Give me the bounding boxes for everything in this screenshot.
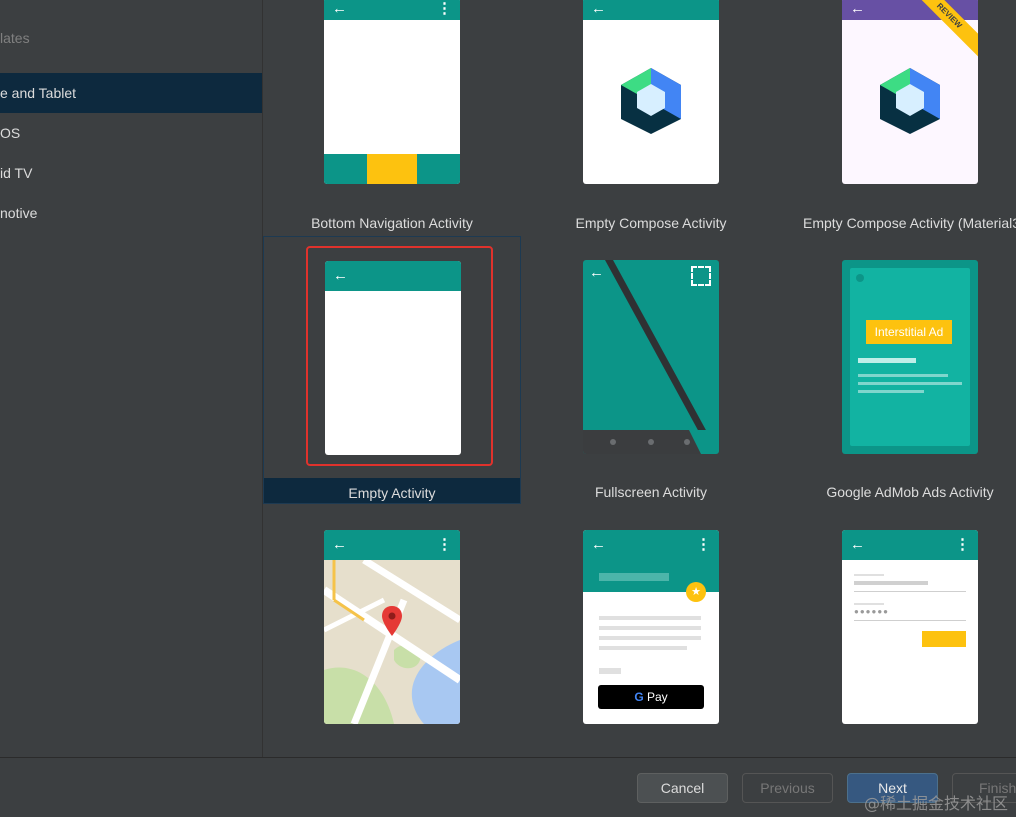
sidebar-item-phone-and-tablet[interactable]: e and Tablet bbox=[0, 73, 262, 113]
interstitial-card: Interstitial Ad bbox=[850, 268, 970, 446]
template-label: Empty Compose Activity bbox=[575, 215, 727, 231]
template-bottom-navigation-activity[interactable]: ← ⋮ Bottom Navigation Activity bbox=[263, 0, 521, 235]
more-vert-icon: ⋮ bbox=[955, 536, 970, 553]
back-arrow-icon: ← bbox=[332, 536, 347, 553]
template-thumbnail: ← ⋮ bbox=[324, 0, 460, 184]
back-arrow-icon: ← bbox=[591, 536, 606, 553]
pay-label: Pay bbox=[647, 690, 668, 704]
app-bar: ← ⋮ bbox=[324, 530, 460, 560]
template-google-pay-activity[interactable]: ← ⋮ ★ G Pay bbox=[522, 506, 780, 757]
sidebar-item-automotive[interactable]: notive bbox=[0, 193, 262, 233]
app-bar: ← ⋮ bbox=[324, 0, 460, 20]
template-label: Bottom Navigation Activity bbox=[311, 215, 473, 231]
google-g-icon: G bbox=[634, 690, 644, 704]
sidebar-item-label: id TV bbox=[0, 165, 33, 181]
google-pay-button: G Pay bbox=[598, 685, 704, 709]
field-value-placeholder bbox=[854, 581, 928, 585]
bottom-nav-selected-item bbox=[367, 154, 417, 184]
template-empty-compose-activity[interactable]: ← Empty Compose Activity bbox=[522, 0, 780, 235]
new-project-dialog: lates e and Tablet OS id TV notive ← ⋮ B… bbox=[0, 0, 1016, 817]
template-thumbnail: ← ⋮ bbox=[324, 530, 460, 724]
template-google-maps-activity[interactable]: ← ⋮ bbox=[263, 506, 521, 757]
app-bar: ← ⋮ bbox=[842, 530, 978, 560]
text-placeholder bbox=[599, 616, 701, 620]
star-fab-icon: ★ bbox=[686, 582, 706, 602]
sidebar-item-label: OS bbox=[0, 125, 21, 141]
fullscreen-diagonal-art bbox=[583, 260, 719, 454]
template-label: Empty Activity bbox=[348, 485, 436, 501]
template-label: Google AdMob Ads Activity bbox=[826, 484, 994, 500]
template-grid: ← ⋮ Bottom Navigation Activity ← Empty C… bbox=[263, 0, 1016, 757]
field-label-placeholder bbox=[854, 603, 884, 605]
back-arrow-icon: ← bbox=[332, 0, 347, 17]
device-category-sidebar: lates e and Tablet OS id TV notive bbox=[0, 0, 262, 757]
back-arrow-icon: ← bbox=[591, 0, 606, 17]
template-label: Fullscreen Activity bbox=[594, 484, 708, 500]
password-dots: ●●●●●● bbox=[854, 607, 889, 616]
field-underline bbox=[854, 620, 966, 621]
watermark: @稀土掘金技术社区 bbox=[863, 794, 1008, 813]
sidebar-item-wear-os[interactable]: OS bbox=[0, 113, 262, 153]
more-vert-icon: ⋮ bbox=[696, 536, 711, 553]
sidebar-item-label: e and Tablet bbox=[0, 85, 77, 101]
highlight-frame bbox=[306, 246, 493, 466]
ad-text-line bbox=[858, 358, 916, 363]
template-thumbnail: Interstitial Ad bbox=[842, 260, 978, 454]
template-google-admob-ads-activity[interactable]: Interstitial Ad Google AdMob Ads Activit… bbox=[781, 236, 1016, 504]
sidebar-item-label: notive bbox=[0, 205, 38, 221]
back-arrow-icon: ← bbox=[589, 264, 604, 281]
template-thumbnail: ← ⋮ ★ G Pay bbox=[583, 530, 719, 724]
template-thumbnail: ← bbox=[583, 260, 719, 454]
template-empty-activity[interactable]: ← Empty Activity bbox=[263, 236, 521, 504]
ad-text-line bbox=[858, 374, 948, 377]
jetpack-compose-logo-icon bbox=[621, 68, 681, 134]
field-label-placeholder bbox=[854, 574, 884, 576]
ad-text-line bbox=[858, 390, 924, 393]
back-arrow-icon: ← bbox=[850, 0, 865, 17]
map-pin-icon bbox=[382, 606, 402, 636]
ad-text-line bbox=[858, 382, 962, 385]
back-arrow-icon: ← bbox=[850, 536, 865, 553]
bottom-navigation-bar bbox=[324, 154, 460, 184]
more-vert-icon: ⋮ bbox=[437, 536, 452, 553]
template-login-activity[interactable]: ← ⋮ ●●●●●● bbox=[781, 506, 1016, 757]
template-thumbnail: ← REVIEW bbox=[842, 0, 978, 184]
cancel-button[interactable]: Cancel bbox=[637, 773, 728, 803]
more-vert-icon: ⋮ bbox=[437, 0, 452, 17]
field-underline bbox=[854, 591, 966, 592]
template-thumbnail: ← ⋮ ●●●●●● bbox=[842, 530, 978, 724]
template-label: Empty Compose Activity (Material3 bbox=[803, 215, 1016, 231]
previous-button[interactable]: Previous bbox=[742, 773, 833, 803]
app-bar: ← bbox=[583, 0, 719, 20]
dialog-footer: Cancel Previous Next Finish @稀土掘金技术社区 bbox=[0, 757, 1016, 817]
map-illustration bbox=[324, 560, 460, 724]
title-placeholder bbox=[599, 573, 669, 581]
text-placeholder bbox=[599, 636, 701, 640]
fullscreen-icon bbox=[691, 266, 711, 286]
jetpack-compose-logo-icon bbox=[880, 68, 940, 134]
text-placeholder bbox=[599, 626, 701, 630]
template-fullscreen-activity[interactable]: ← Fullscreen Activity bbox=[522, 236, 780, 504]
sign-in-button-placeholder bbox=[922, 631, 966, 647]
close-dot-icon bbox=[856, 274, 864, 282]
interstitial-ad-banner: Interstitial Ad bbox=[866, 320, 952, 344]
sidebar-item-android-tv[interactable]: id TV bbox=[0, 153, 262, 193]
text-placeholder bbox=[599, 668, 621, 674]
template-thumbnail: ← bbox=[583, 0, 719, 184]
text-placeholder bbox=[599, 646, 687, 650]
template-empty-compose-material3-activity[interactable]: ← REVIEW Empty Compose Activity (Materia… bbox=[781, 0, 1016, 235]
sidebar-title: lates bbox=[0, 30, 30, 46]
